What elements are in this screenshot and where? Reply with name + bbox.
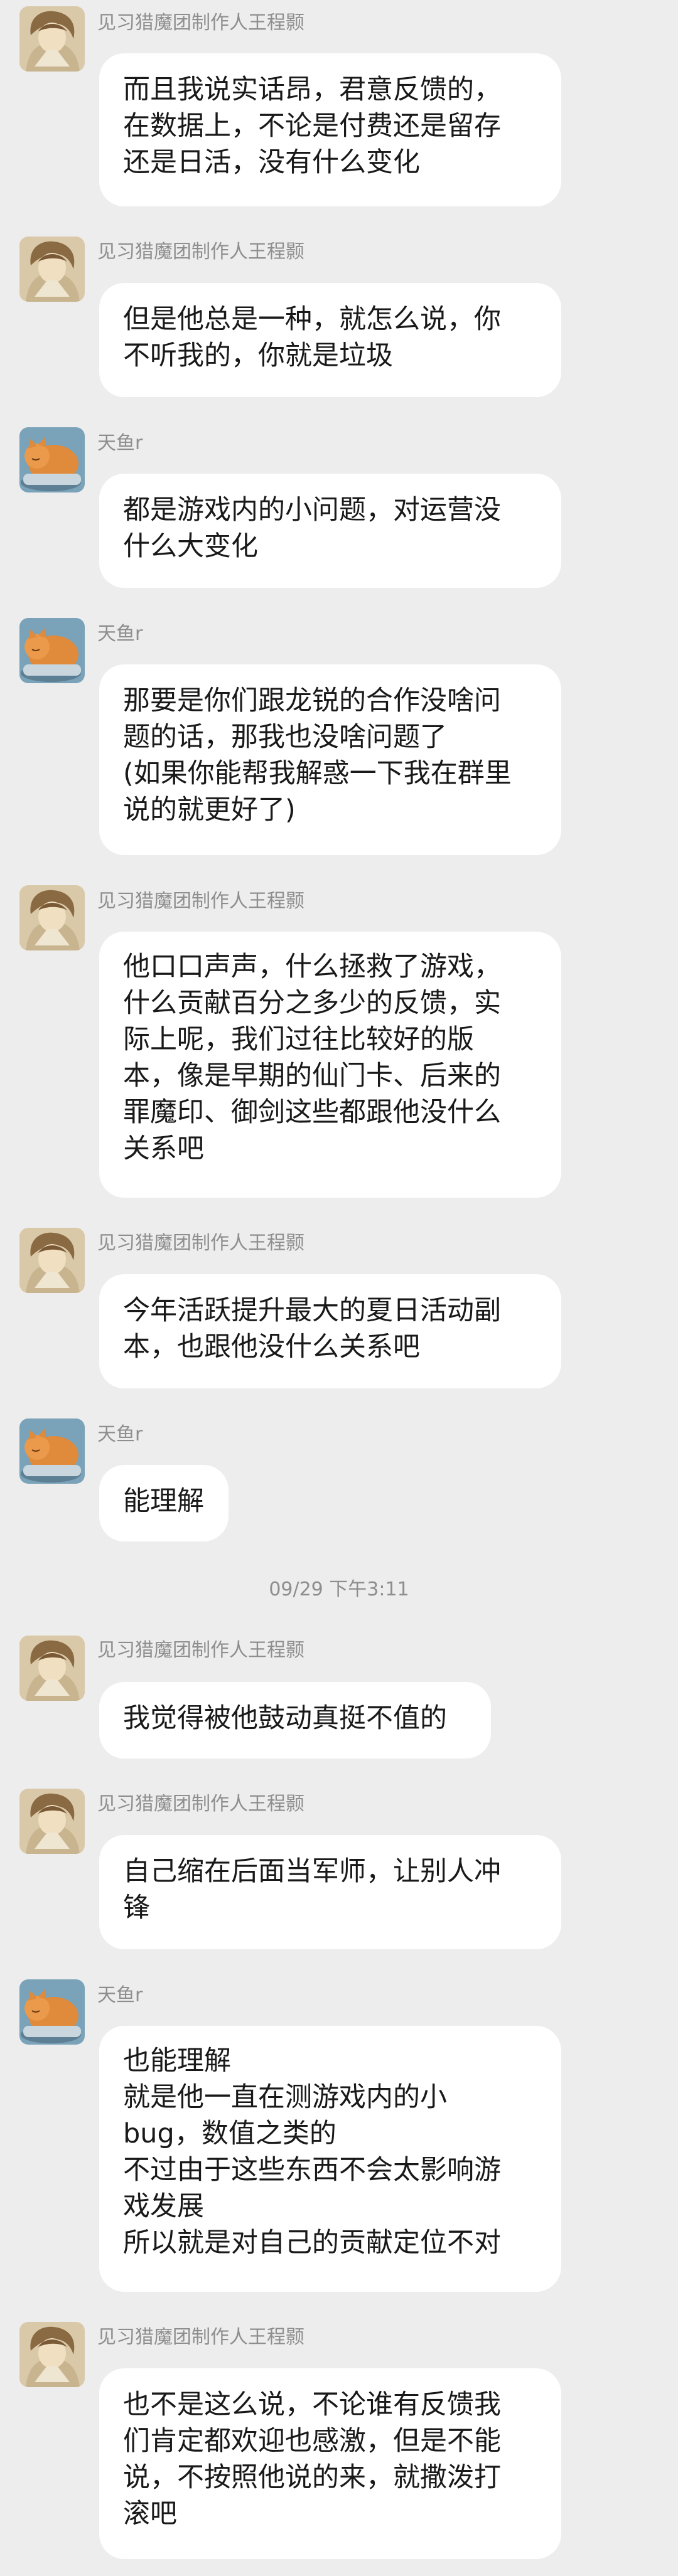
message-line: 关系吧 (123, 1133, 204, 1164)
message-bubble[interactable]: 能理解 (99, 1465, 229, 1541)
sender-name: 见习猎魔团制作人王程颢 (97, 2326, 304, 2348)
sender-name: 见习猎魔团制作人王程颢 (97, 1232, 304, 1254)
message-line: 什么大变化 (123, 531, 258, 562)
message-line: 就是他一直在测游戏内的小 (123, 2082, 447, 2113)
message-line: (如果你能帮我解惑一下我在群里 (123, 758, 512, 789)
message-bubble[interactable]: 都是游戏内的小问题，对运营没 什么大变化 (99, 474, 561, 588)
sender-name: 见习猎魔团制作人王程颢 (97, 890, 304, 912)
message-line: 锋 (123, 1892, 150, 1924)
message-bubble[interactable]: 他口口声声，什么拯救了游戏， 什么贡献百分之多少的反馈，实 际上呢，我们过往比较… (99, 932, 561, 1198)
message-line: 说的就更好了) (123, 794, 296, 826)
avatar-tianyu[interactable] (19, 1418, 85, 1484)
message-line: 不听我的，你就是垃圾 (123, 340, 393, 371)
message-line: 们肯定都欢迎也感激，但是不能 (123, 2425, 501, 2457)
avatar-wang[interactable] (19, 1228, 85, 1293)
sender-name: 天鱼r (97, 623, 143, 645)
message-line: 自己缩在后面当军师，让别人冲 (123, 1856, 501, 1887)
message-line: 那要是你们跟龙锐的合作没啥问 (123, 685, 501, 716)
message-line: 不过由于这些东西不会太影响游 (123, 2154, 501, 2186)
sender-name: 天鱼r (97, 1984, 143, 2006)
sender-name: 见习猎魔团制作人王程颢 (97, 241, 304, 263)
message-line: 也不是这么说，不论谁有反馈我 (123, 2389, 501, 2420)
message-line: 说，不按照他说的来，就撒泼打 (123, 2462, 501, 2493)
sender-name: 见习猎魔团制作人王程颢 (97, 1793, 304, 1815)
message-line: 而且我说实话昂，君意反馈的， (123, 74, 501, 105)
avatar-wang[interactable] (19, 6, 85, 72)
avatar-tianyu[interactable] (19, 427, 85, 492)
message-line: 在数据上，不论是付费还是留存 (123, 110, 501, 142)
message-line: 但是他总是一种，就怎么说，你 (123, 304, 501, 335)
message-bubble[interactable]: 而且我说实话昂，君意反馈的， 在数据上，不论是付费还是留存 还是日活，没有什么变… (99, 53, 561, 206)
message-bubble[interactable]: 我觉得被他鼓动真挺不值的 (99, 1682, 491, 1759)
message-bubble[interactable]: 那要是你们跟龙锐的合作没啥问 题的话，那我也没啥问题了 (如果你能帮我解惑一下我… (99, 664, 561, 855)
avatar-wang[interactable] (19, 237, 85, 302)
message-bubble[interactable]: 但是他总是一种，就怎么说，你 不听我的，你就是垃圾 (99, 283, 561, 397)
message-line: 都是游戏内的小问题，对运营没 (123, 494, 501, 526)
message-bubble[interactable]: 也不是这么说，不论谁有反馈我 们肯定都欢迎也感激，但是不能 说，不按照他说的来，… (99, 2368, 561, 2559)
message-bubble[interactable]: 自己缩在后面当军师，让别人冲 锋 (99, 1835, 561, 1949)
sender-name: 见习猎魔团制作人王程颢 (97, 1639, 304, 1661)
avatar-wang[interactable] (19, 1789, 85, 1854)
avatar-wang[interactable] (19, 885, 85, 950)
message-line: 也能理解 (123, 2045, 231, 2077)
message-line: 我觉得被他鼓动真挺不值的 (123, 1703, 447, 1734)
message-line: 题的话，那我也没啥问题了 (123, 721, 447, 753)
avatar-tianyu[interactable] (19, 1979, 85, 2045)
avatar-wang[interactable] (19, 2322, 85, 2387)
sender-name: 见习猎魔团制作人王程颢 (97, 12, 304, 34)
message-line: 能理解 (123, 1486, 204, 1517)
message-line: 本，像是早期的仙门卡、后来的 (123, 1060, 501, 1092)
message-line: 本，也跟他没什么关系吧 (123, 1331, 420, 1363)
message-line: 今年活跃提升最大的夏日活动副 (123, 1295, 501, 1326)
message-line: 滚吧 (123, 2498, 177, 2530)
message-line: bug，数值之类的 (123, 2118, 336, 2149)
message-line: 他口口声声，什么拯救了游戏， (123, 951, 501, 982)
message-line: 罪魔印、御剑这些都跟他没什么 (123, 1097, 501, 1128)
avatar-tianyu[interactable] (19, 618, 85, 683)
message-line: 还是日活，没有什么变化 (123, 147, 420, 178)
sender-name: 天鱼r (97, 1424, 143, 1445)
avatar-wang[interactable] (19, 1636, 85, 1701)
message-bubble[interactable]: 也能理解 就是他一直在测游戏内的小 bug，数值之类的 不过由于这些东西不会太影… (99, 2026, 561, 2292)
message-bubble[interactable]: 今年活跃提升最大的夏日活动副 本，也跟他没什么关系吧 (99, 1274, 561, 1388)
message-line: 际上呢，我们过往比较好的版 (123, 1024, 474, 1055)
message-line: 什么贡献百分之多少的反馈，实 (123, 987, 501, 1019)
message-line: 所以就是对自己的贡献定位不对 (123, 2227, 501, 2259)
sender-name: 天鱼r (97, 432, 143, 454)
timestamp: 09/29 下午3:11 (269, 1578, 409, 1600)
message-line: 戏发展 (123, 2191, 204, 2222)
